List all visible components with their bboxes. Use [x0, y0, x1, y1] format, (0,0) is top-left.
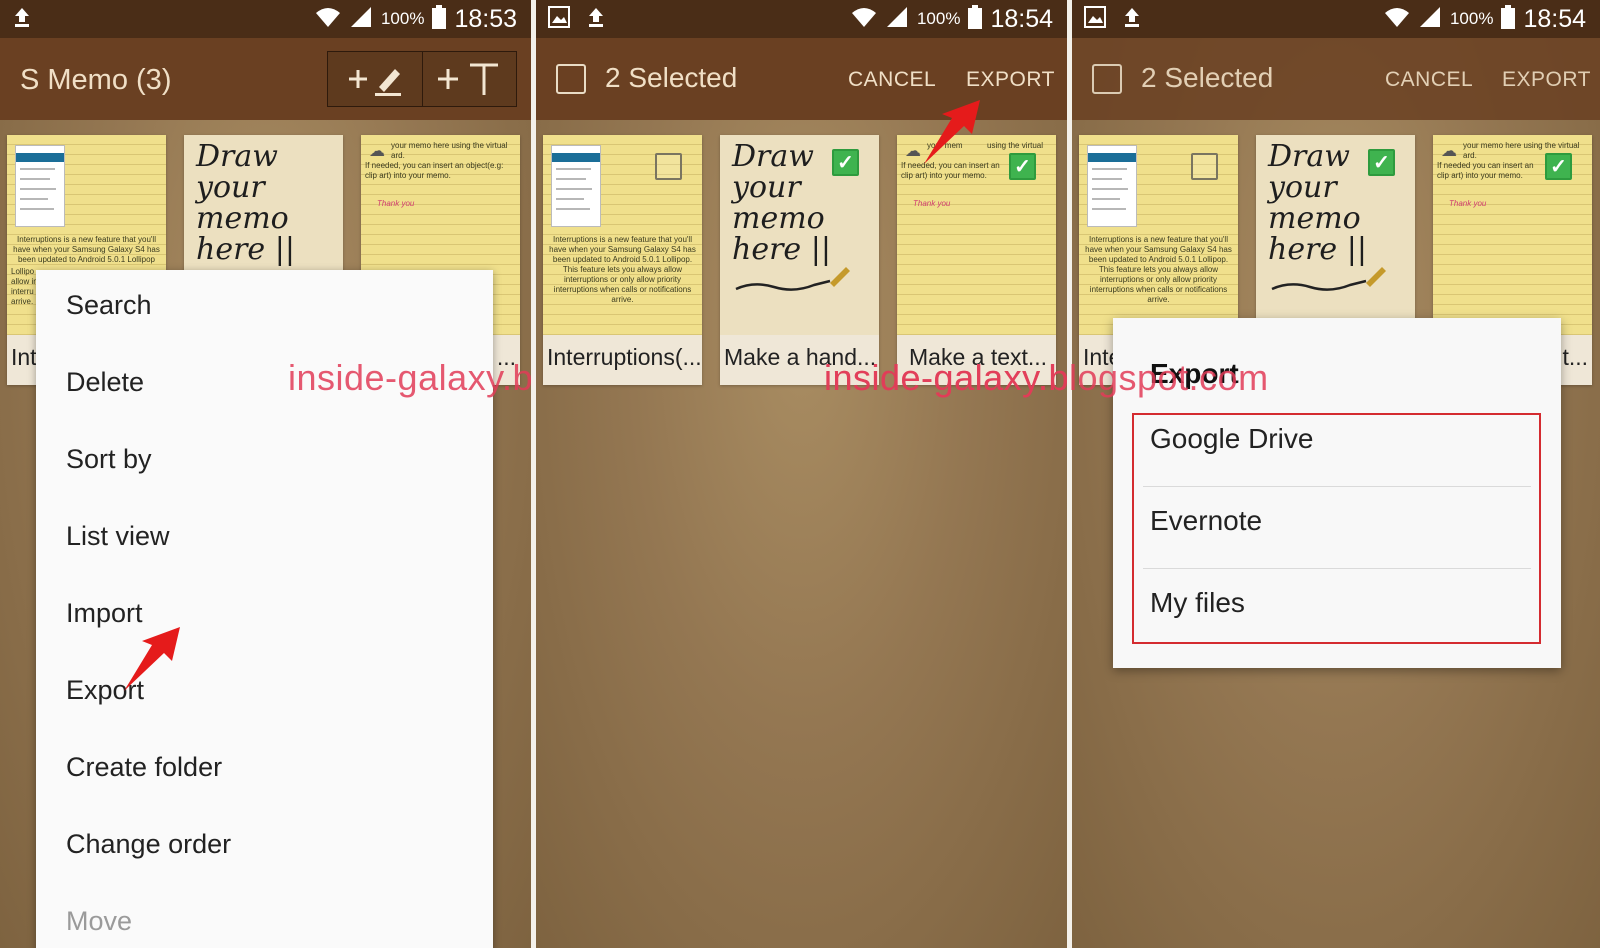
- memo-text: your memo here using the virtual: [391, 141, 508, 150]
- clock: 18:53: [454, 4, 517, 33]
- panel-export-dialog: 100% 18:54 2 Selected CANCEL EXPORT ☁ In…: [1072, 0, 1600, 948]
- new-memo-buttons: [327, 51, 517, 107]
- cancel-button[interactable]: CANCEL: [848, 68, 936, 92]
- selected-count: 2 Selected: [1141, 62, 1274, 93]
- battery-icon: [432, 4, 447, 34]
- memo-card-interruptions[interactable]: ☁ Interruptions is a new feature that yo…: [543, 135, 702, 385]
- memo-handwriting: Draw your memo here ||: [196, 139, 295, 267]
- signal-icon: [885, 5, 909, 34]
- status-bar: 100% 18:54: [1072, 0, 1600, 38]
- battery-percent: 100%: [916, 9, 961, 28]
- menu-item-change-order[interactable]: Change order: [66, 829, 231, 860]
- signal-icon: [349, 5, 373, 34]
- select-all-checkbox[interactable]: [1092, 64, 1122, 94]
- watermark: inside-galaxy.blogspot.com: [824, 357, 1269, 398]
- memo-text: Interruptions is a new feature that you'…: [1085, 235, 1232, 304]
- battery-percent: 100%: [1449, 9, 1494, 28]
- menu-item-list-view[interactable]: List view: [66, 521, 170, 552]
- plus-pen-icon: [348, 69, 401, 96]
- memo-text: your memo here using the virtual: [1463, 141, 1580, 150]
- cancel-button[interactable]: CANCEL: [1385, 68, 1473, 92]
- thank-you-clipart: Thank you: [377, 199, 415, 208]
- memo-checkbox-checked[interactable]: ✓: [1009, 153, 1036, 180]
- page-title: S Memo (3): [20, 64, 172, 96]
- menu-item-delete[interactable]: Delete: [66, 367, 144, 398]
- battery-percent: 100%: [380, 9, 425, 28]
- memo-text: ard.: [391, 151, 405, 160]
- export-button[interactable]: EXPORT: [966, 68, 1055, 92]
- cloud-icon: ☁: [1441, 143, 1457, 160]
- menu-item-move[interactable]: Move: [66, 906, 132, 937]
- menu-item-create-folder[interactable]: Create folder: [66, 752, 222, 783]
- upload-icon: [586, 6, 606, 33]
- selection-bar: 2 Selected CANCEL EXPORT: [1072, 38, 1600, 120]
- battery-icon: [1501, 4, 1516, 34]
- divider: [1143, 486, 1531, 487]
- select-all-checkbox[interactable]: [556, 64, 586, 94]
- selected-count: 2 Selected: [605, 62, 738, 93]
- status-bar: 100% 18:54: [536, 0, 1067, 38]
- export-option-google-drive[interactable]: Google Drive: [1150, 423, 1313, 455]
- panel-selection: 100% 18:54 2 Selected CANCEL EXPORT ☁ In…: [536, 0, 1067, 948]
- battery-icon: [968, 4, 983, 34]
- new-handwriting-button[interactable]: [328, 52, 422, 106]
- clock: 18:54: [990, 4, 1053, 33]
- memo-thumbnail-image: [1087, 145, 1137, 227]
- memo-card-text[interactable]: ☁ your mem using the virtual If needed, …: [897, 135, 1056, 385]
- upload-icon: [1122, 6, 1142, 33]
- panel-menu-open: 100% 18:53 S Memo (3) ☁ Interruptions is…: [0, 0, 531, 948]
- upload-icon: [12, 6, 32, 33]
- watermark: inside-galaxy.blogspot.com: [288, 357, 531, 398]
- memo-text: Interruptions is a new feature that you'…: [13, 235, 160, 264]
- export-button[interactable]: EXPORT: [1502, 68, 1591, 92]
- new-text-button[interactable]: [421, 52, 517, 106]
- wifi-icon: [1384, 5, 1410, 34]
- memo-text: using the virtual: [987, 141, 1044, 150]
- pen-scribble-icon: [735, 267, 850, 291]
- memo-checkbox-checked[interactable]: ✓: [832, 149, 859, 176]
- wifi-icon: [315, 5, 341, 34]
- memo-text: If needed, you can insert an object(e.g:…: [365, 161, 504, 180]
- red-arrow-icon: [124, 627, 180, 691]
- export-option-evernote[interactable]: Evernote: [1150, 505, 1262, 537]
- cloud-icon: ☁: [369, 143, 385, 160]
- selection-bar: 2 Selected CANCEL EXPORT: [536, 38, 1067, 120]
- thank-you-clipart: Thank you: [913, 199, 951, 208]
- status-bar: 100% 18:53: [0, 0, 531, 38]
- memo-label: Interruptions(...: [543, 335, 702, 385]
- app-bar: S Memo (3): [0, 38, 531, 120]
- export-option-my-files[interactable]: My files: [1150, 587, 1245, 619]
- signal-icon: [1418, 5, 1442, 34]
- memo-text: Interruptions is a new feature that you'…: [549, 235, 696, 304]
- memo-thumbnail-image: [15, 145, 65, 227]
- menu-item-search[interactable]: Search: [66, 290, 152, 321]
- plus-text-icon: [438, 63, 499, 95]
- divider: [1143, 568, 1531, 569]
- wifi-icon: [851, 5, 877, 34]
- pen-scribble-icon: [1271, 267, 1386, 291]
- memo-card-handwriting[interactable]: Draw your memo here || ✓ Make a hand...: [720, 135, 879, 385]
- memo-checkbox[interactable]: [655, 153, 682, 180]
- cloud-icon: ☁: [905, 143, 921, 160]
- red-arrow-icon: [924, 100, 980, 164]
- clock: 18:54: [1523, 4, 1586, 33]
- memo-checkbox[interactable]: [1191, 153, 1218, 180]
- gallery-icon: [1084, 6, 1106, 33]
- memo-checkbox-checked[interactable]: ✓: [1368, 149, 1395, 176]
- menu-item-sort-by[interactable]: Sort by: [66, 444, 152, 475]
- memo-thumbnail-image: [551, 145, 601, 227]
- thank-you-clipart: Thank you: [1449, 199, 1487, 208]
- gallery-icon: [548, 6, 570, 33]
- memo-checkbox-checked[interactable]: ✓: [1545, 153, 1572, 180]
